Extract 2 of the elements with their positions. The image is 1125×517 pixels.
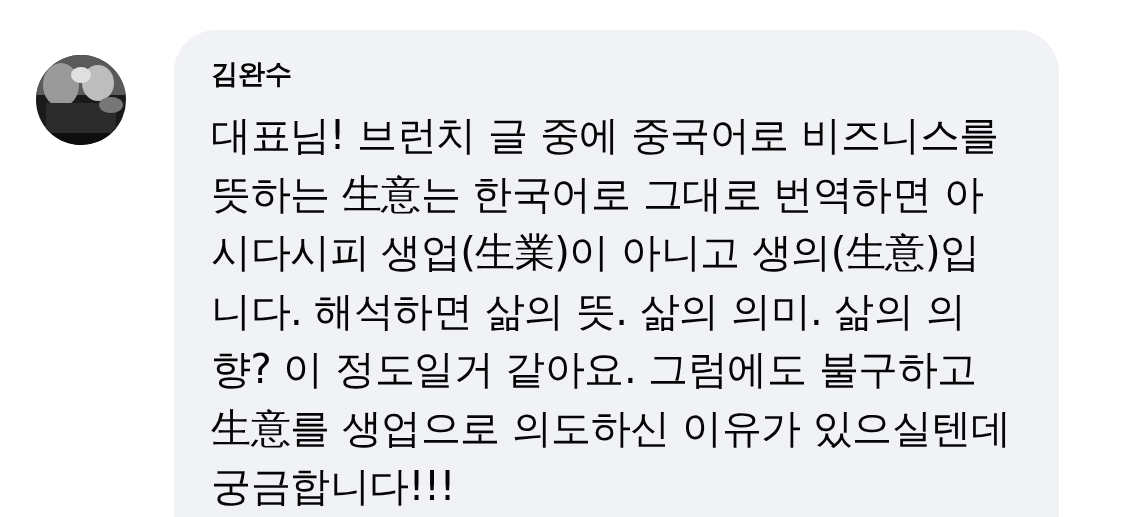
author-name[interactable]: 김완수 (211, 56, 292, 92)
comment-text: 대표님! 브런치 글 중에 중국어로 비즈니스를 뜻하는 生意는 한국어로 그대로 번역하면 아 시다시피 생업(生業)이 아니고 생의(生意)입 니다. 해석하면 삶의 뜻. 삶의 의미. 삶의 의 향? 이 정도일거 같아요. 그럼에도 불구하고 生意를 생업으로 의도하신 이유가 있으실텐데 궁금합니다!!! (211, 111, 1011, 511)
